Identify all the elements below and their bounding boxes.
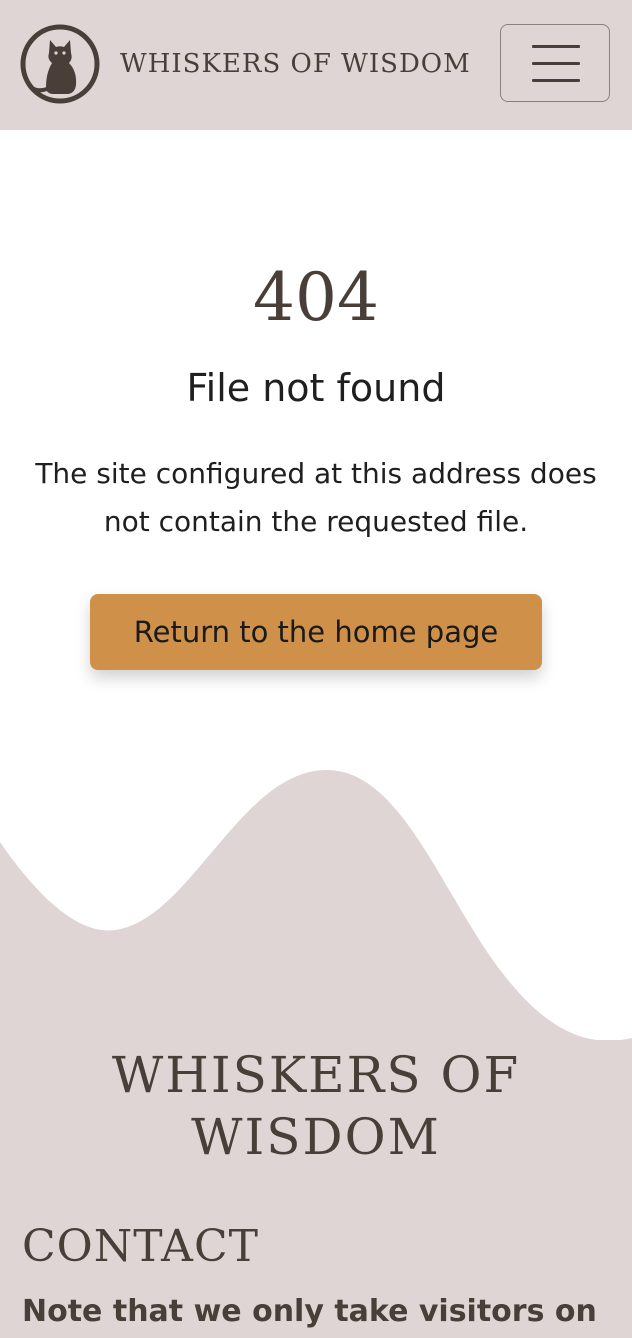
footer-wave-divider [0, 769, 632, 1060]
return-home-button[interactable]: Return to the home page [90, 594, 542, 670]
error-title: File not found [186, 366, 446, 410]
site-header: WHISKERS OF WISDOM [0, 0, 632, 130]
cat-logo-icon[interactable] [19, 23, 101, 105]
error-message: The site configured at this address does… [35, 457, 597, 538]
menu-toggle-button[interactable] [500, 24, 610, 102]
footer-brand-title: WHISKERS OF WISDOM [111, 1046, 521, 1166]
hamburger-menu-icon [532, 45, 580, 83]
error-code: 404 [253, 259, 379, 336]
contact-heading: CONTACT [22, 1221, 259, 1272]
site-brand-title[interactable]: WHISKERS OF WISDOM [120, 47, 471, 81]
contact-note: Note that we only take visitors on [22, 1294, 597, 1329]
